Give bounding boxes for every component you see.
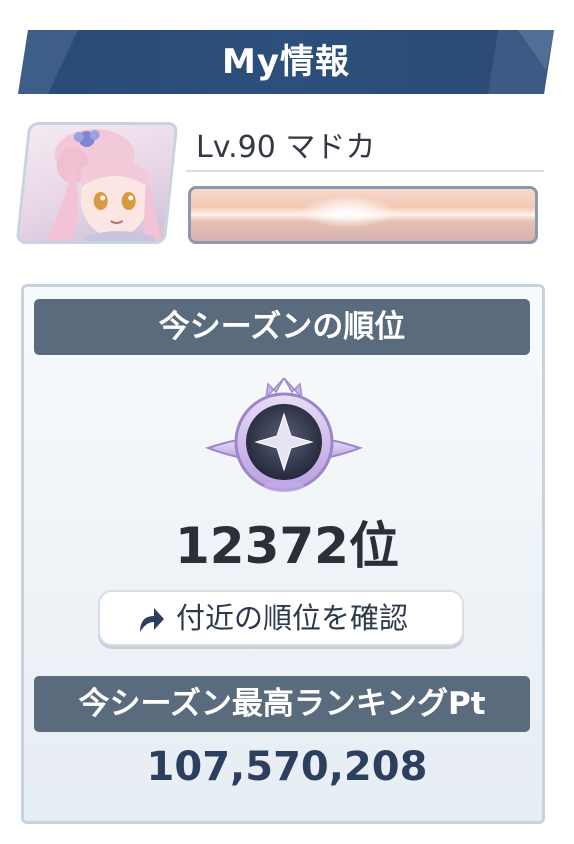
- ranking-pt-header: 今シーズン最高ランキングPt: [34, 676, 530, 732]
- player-avatar[interactable]: [15, 122, 179, 244]
- sunset-glow: [303, 197, 393, 227]
- check-nearby-rank-label: 付近の順位を確認: [176, 601, 409, 635]
- player-name: Lv.90 マドカ: [196, 130, 376, 165]
- season-rank-value: 12372位: [175, 517, 399, 575]
- share-arrow-icon: [134, 604, 164, 638]
- character-portrait-icon: [44, 129, 165, 244]
- player-title-plate[interactable]: [188, 186, 538, 244]
- season-rank-header: 今シーズンの順位: [34, 299, 530, 355]
- check-nearby-rank-button[interactable]: 付近の順位を確認: [98, 590, 464, 646]
- ranking-pt-value: 107,570,208: [146, 744, 428, 790]
- divider: [186, 170, 544, 172]
- star-rank-emblem-icon: [204, 374, 364, 500]
- header-banner: My情報: [18, 30, 554, 94]
- page-title: My情報: [222, 42, 350, 82]
